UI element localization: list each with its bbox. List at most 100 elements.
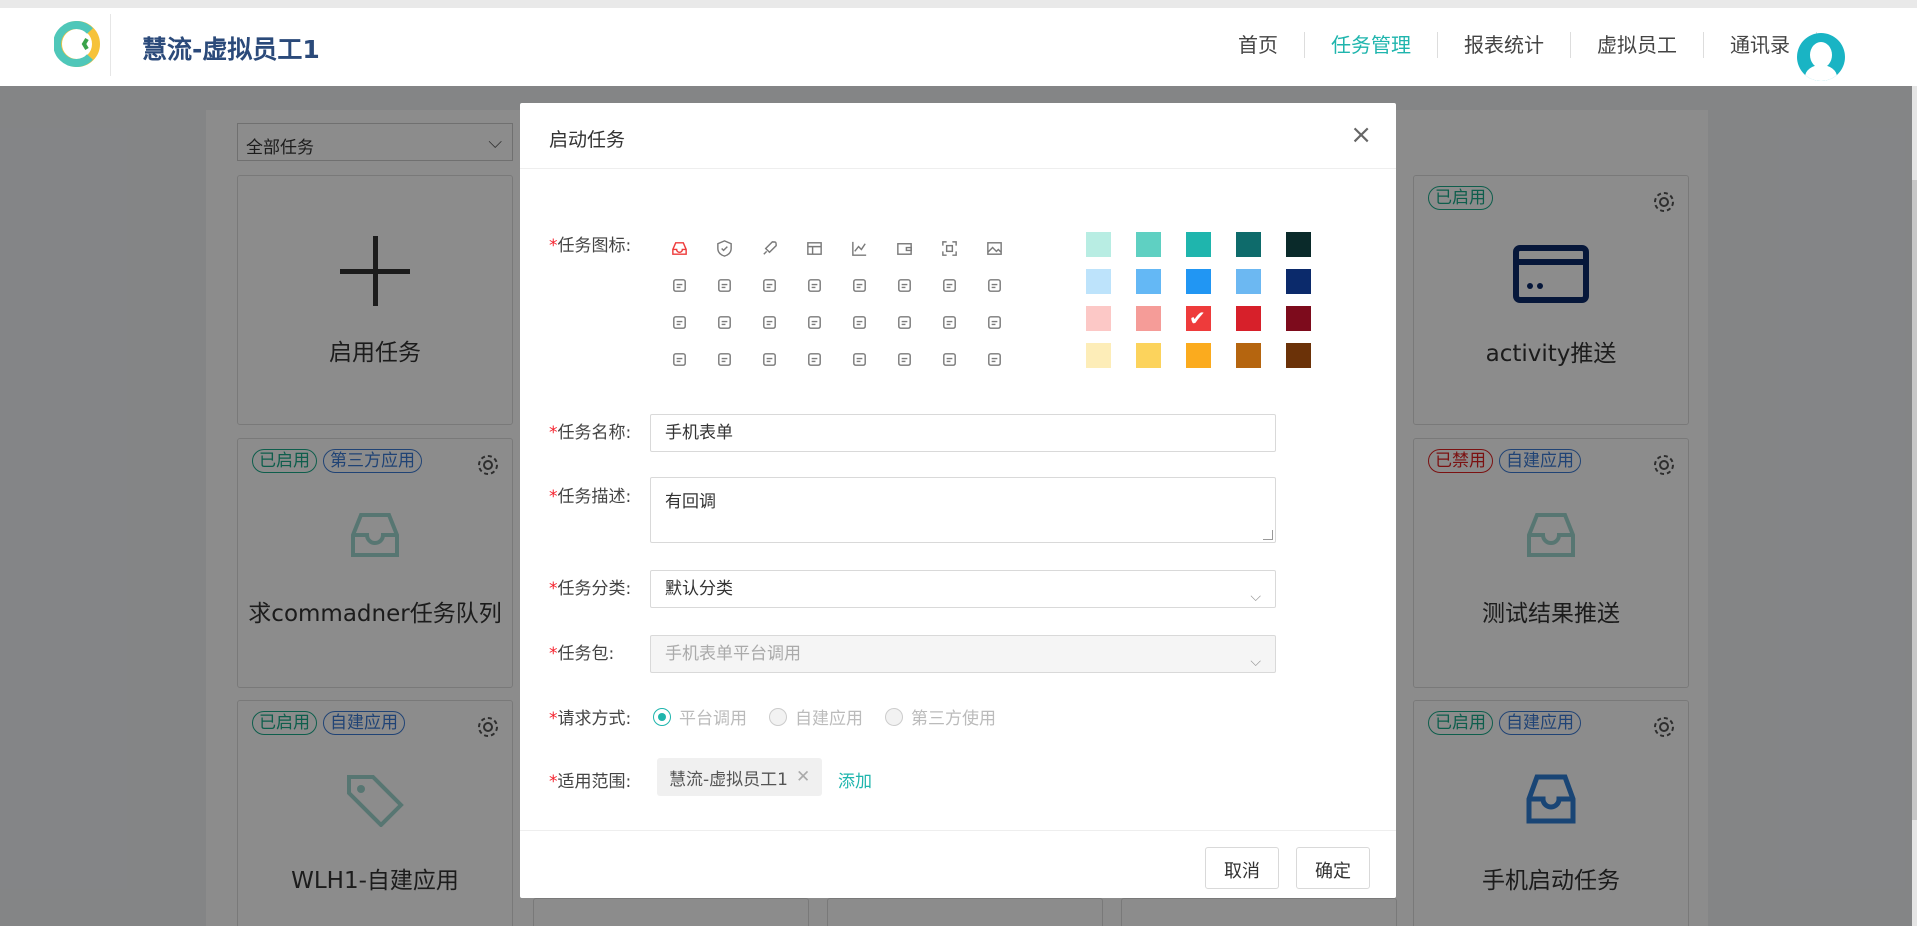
radio-platform-call[interactable]: 平台调用 xyxy=(653,704,747,729)
close-icon[interactable]: × xyxy=(1350,121,1372,149)
upload-house-icon[interactable] xyxy=(747,267,792,304)
color-swatch[interactable] xyxy=(1086,306,1111,331)
user-avatar[interactable] xyxy=(1797,33,1845,81)
task-icon-label: *任务图标: xyxy=(549,231,631,256)
color-swatch[interactable] xyxy=(1086,343,1111,368)
sound-icon[interactable] xyxy=(792,304,837,341)
dialog-header: 启动任务 × xyxy=(520,103,1396,169)
task-category-label-text: 任务分类: xyxy=(557,579,632,599)
color-swatch[interactable] xyxy=(1286,343,1311,368)
task-icon-picker xyxy=(657,230,1017,378)
cluster-icon[interactable] xyxy=(882,304,927,341)
color-swatch[interactable] xyxy=(1186,269,1211,294)
color-swatch[interactable] xyxy=(1086,232,1111,257)
close-icon[interactable]: ✕ xyxy=(796,767,810,787)
scope-tag: 慧流-虚拟员工1 ✕ xyxy=(657,758,823,796)
paperclip-icon[interactable] xyxy=(837,341,882,378)
task-icon-label-text: 任务图标: xyxy=(557,236,632,256)
apps-icon[interactable] xyxy=(927,267,972,304)
color-swatch[interactable] xyxy=(1236,232,1261,257)
task-desc-value: 有回调 xyxy=(665,492,716,512)
image-icon[interactable] xyxy=(972,230,1017,267)
nav-item-home[interactable]: 首页 xyxy=(1212,32,1305,58)
tags-icon[interactable] xyxy=(972,341,1017,378)
yuan-icon[interactable] xyxy=(702,341,747,378)
color-swatch[interactable] xyxy=(1136,269,1161,294)
video-icon[interactable] xyxy=(972,267,1017,304)
request-method-label-text: 请求方式: xyxy=(557,709,632,729)
tray-icon[interactable] xyxy=(702,267,747,304)
scan-icon[interactable] xyxy=(927,230,972,267)
fork-icon[interactable] xyxy=(837,304,882,341)
task-name-input[interactable]: 手机表单 xyxy=(650,414,1276,452)
color-swatch[interactable] xyxy=(1236,343,1261,368)
bar-chart-icon[interactable] xyxy=(837,267,882,304)
header-divider xyxy=(110,14,111,76)
wallet-icon[interactable] xyxy=(882,230,927,267)
radio-label: 自建应用 xyxy=(795,709,863,729)
task-desc-label: *任务描述: xyxy=(549,482,631,507)
mail-icon[interactable] xyxy=(657,267,702,304)
page-scrollbar-thumb[interactable] xyxy=(1912,180,1917,820)
main-nav: 首页 任务管理 报表统计 虚拟员工 通讯录 xyxy=(1212,32,1817,58)
color-swatch[interactable] xyxy=(1286,269,1311,294)
customer-service-icon[interactable] xyxy=(792,341,837,378)
color-swatch[interactable] xyxy=(1186,232,1211,257)
app-logo-icon xyxy=(54,21,100,67)
request-method-label: *请求方式: xyxy=(549,704,631,729)
color-swatch[interactable] xyxy=(1136,306,1161,331)
color-swatch[interactable] xyxy=(1236,306,1261,331)
required-mark: * xyxy=(549,236,558,256)
color-swatch[interactable] xyxy=(1286,306,1311,331)
nav-item-reports[interactable]: 报表统计 xyxy=(1438,32,1571,58)
required-mark: * xyxy=(549,772,558,792)
file-image-icon[interactable] xyxy=(747,341,792,378)
line-chart-icon[interactable] xyxy=(837,230,882,267)
required-mark: * xyxy=(549,644,558,664)
resize-handle-icon[interactable] xyxy=(1263,530,1273,540)
inbox-icon[interactable] xyxy=(657,230,702,267)
calendar-icon[interactable] xyxy=(657,304,702,341)
nav-item-task-management[interactable]: 任务管理 xyxy=(1305,32,1438,58)
id-card-icon[interactable] xyxy=(882,267,927,304)
color-swatch[interactable] xyxy=(1186,343,1211,368)
cancel-button[interactable]: 取消 xyxy=(1205,847,1279,889)
task-category-value: 默认分类 xyxy=(665,579,733,599)
credit-card-icon[interactable] xyxy=(747,304,792,341)
table-icon[interactable] xyxy=(792,230,837,267)
scope-label: *适用范围: xyxy=(549,767,631,792)
radio-label: 第三方使用 xyxy=(911,709,996,729)
task-desc-textarea[interactable]: 有回调 xyxy=(650,477,1276,543)
color-swatch[interactable] xyxy=(1286,232,1311,257)
task-desc-label-text: 任务描述: xyxy=(557,487,632,507)
color-swatch[interactable] xyxy=(1236,269,1261,294)
color-swatch[interactable] xyxy=(1086,269,1111,294)
task-package-value: 手机表单平台调用 xyxy=(665,644,801,664)
required-mark: * xyxy=(549,709,558,729)
color-swatch[interactable]: ✔ xyxy=(1186,306,1211,331)
check-icon: ✔ xyxy=(1189,306,1206,330)
request-method-radio-group: 平台调用 自建应用 第三方使用 xyxy=(653,704,996,729)
add-scope-link[interactable]: 添加 xyxy=(838,767,872,792)
user-add-icon[interactable] xyxy=(972,304,1017,341)
save-icon[interactable] xyxy=(882,341,927,378)
confirm-button[interactable]: 确定 xyxy=(1296,847,1370,889)
task-category-select[interactable]: 默认分类 ⌵ xyxy=(650,570,1276,608)
radio-third-party[interactable]: 第三方使用 xyxy=(885,704,996,729)
color-swatch[interactable] xyxy=(1136,343,1161,368)
shield-icon[interactable] xyxy=(702,230,747,267)
required-mark: * xyxy=(549,579,558,599)
file-download-icon[interactable] xyxy=(702,304,747,341)
edit-square-icon[interactable] xyxy=(927,341,972,378)
nav-item-virtual-employees[interactable]: 虚拟员工 xyxy=(1571,32,1704,58)
start-task-dialog: 启动任务 × *任务图标: ✔ *任务名称: 手机表单 *任务描述: 有回调 *… xyxy=(520,103,1396,898)
scope-label-text: 适用范围: xyxy=(557,772,632,792)
radio-self-built-app[interactable]: 自建应用 xyxy=(769,704,863,729)
database-icon[interactable] xyxy=(927,304,972,341)
document-search-icon[interactable] xyxy=(792,267,837,304)
scope-tag-label: 慧流-虚拟员工1 xyxy=(669,769,788,790)
required-mark: * xyxy=(549,423,558,443)
rocket-icon[interactable] xyxy=(747,230,792,267)
color-swatch[interactable] xyxy=(1136,232,1161,257)
schedule-icon[interactable] xyxy=(657,341,702,378)
